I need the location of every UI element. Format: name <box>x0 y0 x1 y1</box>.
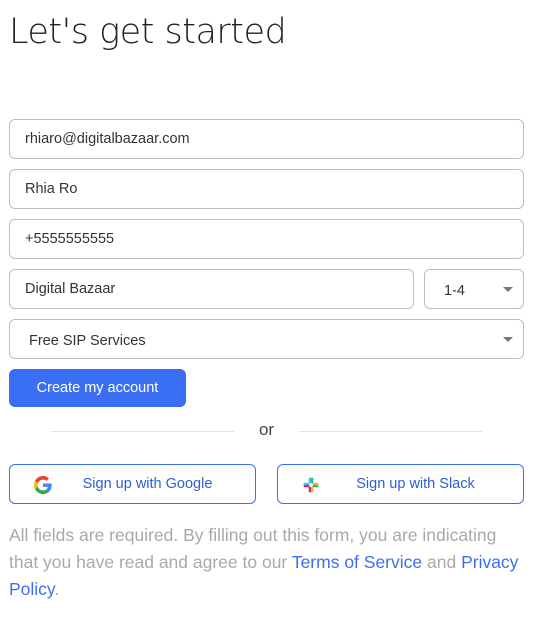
google-icon <box>34 476 52 494</box>
legal-text-middle: and <box>422 552 462 572</box>
slack-signup-button[interactable]: Sign up with Slack <box>277 464 524 504</box>
google-signup-button[interactable]: Sign up with Google <box>9 464 256 504</box>
phone-value: +5555555555 <box>25 231 115 247</box>
divider-line-right <box>299 431 482 432</box>
terms-of-service-link[interactable]: Terms of Service <box>292 552 422 572</box>
legal-notice: All fields are required. By filling out … <box>9 522 529 603</box>
phone-field[interactable]: +5555555555 <box>9 219 524 259</box>
email-value: rhiaro@digitalbazaar.com <box>25 131 190 147</box>
chevron-down-icon <box>503 336 513 342</box>
name-value: Rhia Ro <box>25 181 78 197</box>
name-field[interactable]: Rhia Ro <box>9 169 524 209</box>
create-account-label: Create my account <box>36 380 159 396</box>
page-title: Let's get started <box>9 12 287 52</box>
email-field[interactable]: rhiaro@digitalbazaar.com <box>9 119 524 159</box>
create-account-button[interactable]: Create my account <box>9 369 186 407</box>
company-size-value: 1-4 <box>444 283 465 299</box>
legal-text-after: . <box>54 579 60 599</box>
interest-value: Free SIP Services <box>29 333 146 349</box>
company-size-select[interactable]: 1-4 <box>424 269 524 309</box>
company-value: Digital Bazaar <box>25 281 116 297</box>
company-field[interactable]: Digital Bazaar <box>9 269 414 309</box>
interest-select[interactable]: Free SIP Services <box>9 319 524 359</box>
divider-or-text: or <box>258 420 275 439</box>
slack-icon <box>303 477 319 493</box>
chevron-down-icon <box>503 286 513 292</box>
